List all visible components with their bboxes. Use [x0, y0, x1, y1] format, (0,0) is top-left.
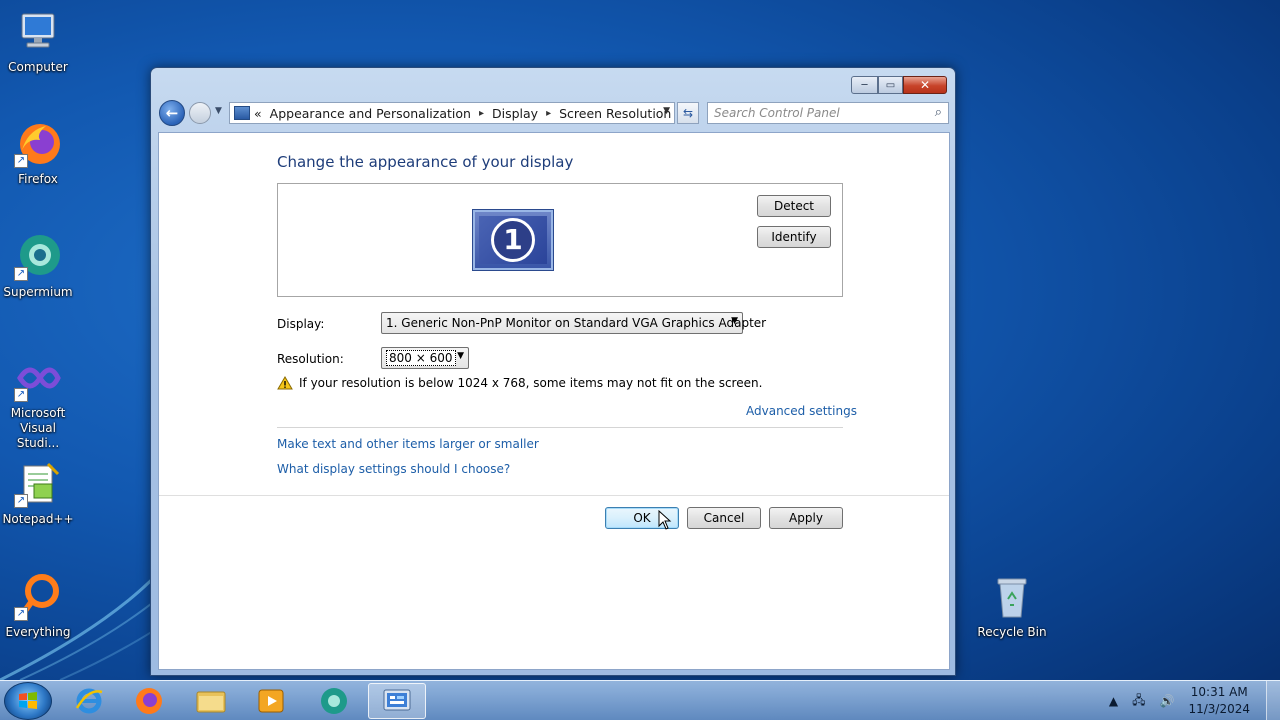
supermium-icon: ↗	[14, 233, 62, 281]
cancel-button[interactable]: Cancel	[687, 507, 761, 529]
text-size-link[interactable]: Make text and other items larger or smal…	[277, 437, 539, 451]
control-panel-icon	[234, 106, 250, 120]
display-label: Display:	[277, 317, 325, 331]
detect-button[interactable]: Detect	[757, 195, 831, 217]
desktop-icon-label: Notepad++	[2, 512, 74, 526]
computer-icon	[14, 8, 62, 56]
display-value: 1. Generic Non-PnP Monitor on Standard V…	[386, 316, 767, 330]
firefox-icon: ↗	[14, 120, 62, 168]
file-explorer-icon	[196, 691, 226, 713]
address-dropdown-icon[interactable]: ▼	[663, 106, 670, 116]
desktop-icon-computer[interactable]: Computer	[0, 8, 76, 75]
monitor-1-icon[interactable]: 1	[473, 210, 553, 270]
breadcrumb-display[interactable]: Display	[492, 106, 538, 121]
clock[interactable]: 10:31 AM 11/3/2024	[1188, 684, 1250, 718]
desktop-icon-label: Everything	[5, 625, 71, 639]
breadcrumb-separator-icon[interactable]: ▸	[546, 108, 551, 119]
firefox-icon	[136, 688, 162, 714]
desktop-icon-supermium[interactable]: ↗ Supermium	[0, 233, 76, 300]
forward-button[interactable]	[189, 102, 211, 124]
volume-icon[interactable]: 🔊	[1160, 694, 1175, 708]
breadcrumb-screen-resolution[interactable]: Screen Resolution	[559, 106, 671, 121]
breadcrumb-separator-icon[interactable]: ▸	[479, 108, 484, 119]
desktop-icon-label: Firefox	[18, 172, 58, 186]
display-help-link[interactable]: What display settings should I choose?	[277, 462, 510, 476]
content-pane: Change the appearance of your display 1 …	[158, 132, 950, 670]
windows-logo-icon	[19, 692, 37, 709]
search-placeholder: Search Control Panel	[714, 106, 840, 120]
back-button[interactable]: ←	[159, 100, 185, 126]
advanced-settings-link[interactable]: Advanced settings	[746, 404, 857, 418]
caption-buttons: ─ ▭ ✕	[851, 76, 947, 94]
divider	[159, 495, 949, 496]
supermium-icon	[321, 688, 347, 714]
mouse-cursor-icon	[658, 510, 672, 530]
shortcut-arrow-icon: ↗	[14, 388, 28, 402]
clock-date: 11/3/2024	[1188, 702, 1250, 716]
address-bar[interactable]: « Appearance and Personalization ▸ Displ…	[229, 102, 675, 124]
desktop-icon-label: Supermium	[3, 285, 73, 299]
back-arrow-icon: ←	[165, 104, 179, 122]
system-tray: ▲ 🖧 🔊 10:31 AM 11/3/2024	[1109, 681, 1250, 720]
internet-explorer-icon	[75, 688, 103, 714]
maximize-button[interactable]: ▭	[878, 76, 903, 94]
search-icon[interactable]: ⌕	[935, 105, 942, 120]
show-hidden-icons-icon[interactable]: ▲	[1109, 694, 1118, 708]
recent-pages-dropdown[interactable]: ▼	[215, 106, 225, 118]
warning-text: If your resolution is below 1024 x 768, …	[299, 376, 763, 390]
show-desktop-button[interactable]	[1266, 681, 1280, 720]
refresh-icon: ⇆	[682, 106, 694, 120]
chevron-down-icon: ▼	[457, 351, 464, 361]
desktop-icon-firefox[interactable]: ↗ Firefox	[0, 120, 76, 187]
everything-icon: ↗	[14, 573, 62, 621]
desktop-icon-everything[interactable]: ↗ Everything	[0, 573, 76, 640]
recycle-bin-icon	[988, 573, 1036, 621]
navigation-bar: ← ▼ « Appearance and Personalization ▸ D…	[159, 100, 949, 126]
taskbar-internet-explorer[interactable]	[60, 683, 118, 719]
minimize-button[interactable]: ─	[851, 76, 878, 94]
desktop-icon-label: Microsoft Visual Studi...	[10, 406, 66, 450]
shortcut-arrow-icon: ↗	[14, 154, 28, 168]
refresh-button[interactable]: ⇆	[677, 102, 699, 124]
clock-time: 10:31 AM	[1190, 685, 1248, 699]
page-title: Change the appearance of your display	[277, 153, 574, 171]
warning-icon	[277, 376, 293, 390]
search-input[interactable]: Search Control Panel ⌕	[707, 102, 949, 124]
monitor-number: 1	[491, 218, 535, 262]
resolution-select[interactable]: 800 × 600 ▼	[381, 347, 469, 369]
taskbar-control-panel[interactable]	[368, 683, 426, 719]
taskbar-supermium[interactable]	[305, 683, 363, 719]
shortcut-arrow-icon: ↗	[14, 267, 28, 281]
desktop-icon-visual-studio[interactable]: ↗ Microsoft Visual Studi...	[0, 354, 76, 451]
divider	[277, 427, 843, 428]
desktop-icon-label: Computer	[8, 60, 68, 74]
desktop-icon-notepadpp[interactable]: ↗ Notepad++	[0, 460, 76, 527]
shortcut-arrow-icon: ↗	[14, 607, 28, 621]
shortcut-arrow-icon: ↗	[14, 494, 28, 508]
display-select[interactable]: 1. Generic Non-PnP Monitor on Standard V…	[381, 312, 766, 334]
start-button[interactable]	[4, 682, 52, 720]
apply-button[interactable]: Apply	[769, 507, 843, 529]
resolution-label: Resolution:	[277, 352, 344, 366]
taskbar-media-player[interactable]	[242, 683, 300, 719]
resolution-warning: If your resolution is below 1024 x 768, …	[277, 376, 762, 390]
taskbar-firefox[interactable]	[120, 683, 178, 719]
media-player-icon	[258, 689, 284, 713]
chevron-down-icon: ▼	[731, 316, 738, 326]
display-preview: 1 Detect Identify	[277, 183, 843, 297]
breadcrumb-appearance[interactable]: Appearance and Personalization	[270, 106, 471, 121]
identify-button[interactable]: Identify	[757, 226, 831, 248]
screen-resolution-window: ─ ▭ ✕ ← ▼ « Appearance and Personalizati…	[150, 67, 956, 676]
taskbar-file-explorer[interactable]	[182, 683, 240, 719]
breadcrumb-overflow[interactable]: «	[254, 106, 262, 121]
close-button[interactable]: ✕	[903, 76, 947, 94]
desktop-icon-label: Recycle Bin	[977, 625, 1047, 639]
notepadpp-icon: ↗	[14, 460, 62, 508]
desktop-icon-recycle-bin[interactable]: Recycle Bin	[974, 573, 1050, 640]
control-panel-icon	[383, 689, 411, 711]
network-icon[interactable]: 🖧	[1132, 691, 1145, 712]
visual-studio-icon: ↗	[14, 354, 62, 402]
taskbar: ▲ 🖧 🔊 10:31 AM 11/3/2024	[0, 680, 1280, 720]
resolution-value: 800 × 600	[386, 350, 456, 366]
